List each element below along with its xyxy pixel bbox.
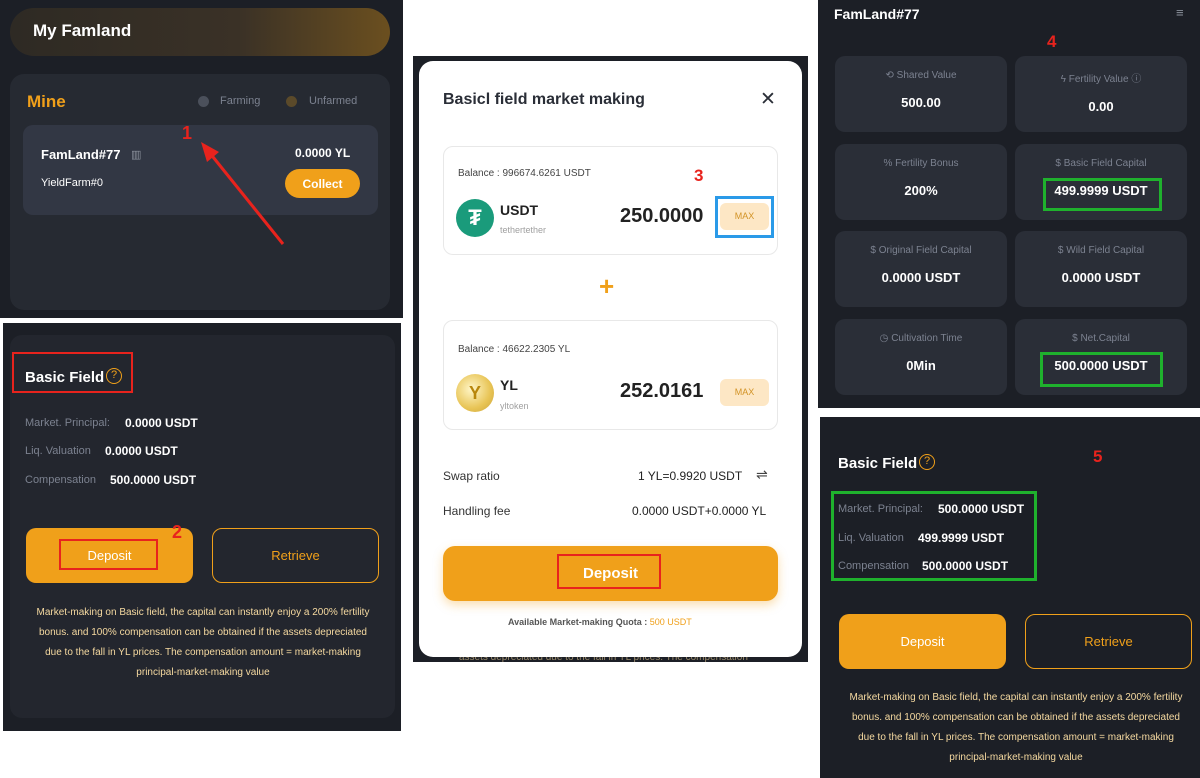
stat-value: 0.0000 USDT	[881, 270, 961, 285]
quota-value: 500 USDT	[649, 617, 692, 627]
farm-name: FamLand#77	[41, 147, 121, 162]
usdt-symbol: USDT	[500, 202, 539, 218]
compensation-value: 500.0000 USDT	[110, 473, 197, 487]
quota-label: Available Market-making Quota :	[508, 617, 648, 627]
help-icon[interactable]: ?	[919, 454, 935, 470]
stat-label: Fertility Bonus	[895, 158, 959, 169]
legend-farming: Farming	[220, 95, 261, 107]
highlight-box-values	[831, 491, 1037, 581]
usdt-name: tethertether	[500, 225, 547, 235]
help-icon[interactable]: ⓘ	[1131, 74, 1141, 85]
share-icon: ⟲	[885, 70, 897, 81]
handling-fee-value: 0.0000 USDT+0.0000 YL	[632, 504, 767, 518]
principal-label: Market. Principal:	[25, 417, 110, 429]
detail-title: FamLand#77	[834, 6, 920, 22]
highlight-box-title	[12, 352, 133, 393]
fertility-icon: ϟ	[1060, 74, 1069, 85]
mine-title: Mine	[27, 92, 66, 111]
compensation-label: Compensation	[25, 474, 96, 486]
famland-panel: My Famland Mine Farming Unfarmed FamLand…	[0, 0, 403, 318]
highlight-box-modal-deposit	[557, 554, 661, 589]
highlight-box-max	[715, 196, 774, 238]
stat-shared-value: ⟲ Shared Value 500.00	[835, 56, 1007, 132]
stat-wild-field-capital: $ Wild Field Capital 0.0000 USDT	[1015, 231, 1187, 307]
clock-icon: ◷	[879, 333, 892, 344]
usdt-amount-input[interactable]: 250.0000	[620, 205, 703, 228]
unfarmed-dot-icon	[286, 96, 297, 107]
stat-fertility-value: ϟ Fertility Value ⓘ 0.00	[1015, 56, 1187, 132]
dollar-icon: $	[1057, 245, 1067, 256]
retrieve-label: Retrieve	[1084, 634, 1133, 649]
stat-value: 0.00	[1088, 99, 1114, 114]
yl-symbol: YL	[500, 377, 518, 393]
collect-button[interactable]: Collect	[285, 169, 360, 198]
liq-label: Liq. Valuation	[25, 445, 91, 457]
percent-icon: %	[883, 158, 896, 169]
menu-icon[interactable]: ≡	[1176, 5, 1184, 20]
principal-value: 0.0000 USDT	[125, 416, 198, 430]
plus-sign: +	[599, 271, 615, 301]
swap-ratio-label: Swap ratio	[443, 469, 500, 483]
tether-icon: ₮	[456, 199, 494, 237]
step-marker-4: 4	[1047, 32, 1057, 51]
farm-sub: YieldFarm#0	[41, 177, 103, 189]
info-note: Market-making on Basic field, the capita…	[36, 607, 370, 678]
yl-balance: Balance : 46622.2305 YL	[458, 344, 571, 355]
handling-fee-label: Handling fee	[443, 504, 511, 518]
stat-label: Wild Field Capital	[1066, 245, 1145, 256]
highlight-box-net-capital	[1040, 352, 1163, 387]
stat-label: Shared Value	[896, 70, 957, 81]
step-marker-5: 5	[1093, 447, 1103, 466]
page-title: My Famland	[33, 21, 132, 40]
dollar-icon: $	[870, 245, 879, 256]
retrieve-button[interactable]: Retrieve	[1025, 614, 1192, 669]
deposit-label: Deposit	[900, 634, 945, 649]
step-marker-2: 2	[172, 522, 183, 542]
stat-label: Fertility Value	[1068, 74, 1129, 85]
stat-value: 200%	[904, 183, 938, 198]
modal-title: Basicl field market making	[443, 91, 645, 108]
yl-amount-input[interactable]: 252.0161	[620, 380, 703, 403]
legend-unfarmed: Unfarmed	[309, 95, 358, 107]
quota-line: Available Market-making Quota : 500 USDT	[508, 617, 692, 627]
section-title: Basic Field	[838, 455, 918, 472]
swap-icon[interactable]: ⇌	[756, 466, 768, 483]
stat-label: Net.Capital	[1080, 333, 1130, 344]
highlight-box-deposit	[59, 539, 158, 570]
chart-icon[interactable]: ▥	[131, 148, 141, 161]
swap-ratio-value: 1 YL=0.9920 USDT	[638, 469, 743, 483]
yl-input-card	[443, 320, 778, 430]
stat-value: 0Min	[906, 358, 936, 373]
farm-amount: 0.0000 YL	[295, 146, 351, 160]
stat-label: Basic Field Capital	[1063, 158, 1147, 169]
red-arrow	[201, 142, 285, 245]
stat-label: Cultivation Time	[891, 333, 963, 344]
yl-max-button[interactable]: MAX	[720, 379, 769, 406]
stat-fertility-bonus: % Fertility Bonus 200%	[835, 144, 1007, 220]
close-icon[interactable]: ✕	[760, 88, 776, 111]
stat-value: 0.0000 USDT	[1061, 270, 1141, 285]
step-marker-3: 3	[694, 166, 704, 185]
stat-cultivation-time: ◷ Cultivation Time 0Min	[835, 319, 1007, 395]
step-marker-1: 1	[182, 123, 193, 143]
retrieve-button[interactable]: Retrieve	[212, 528, 379, 583]
info-note: Market-making on Basic field, the capita…	[849, 692, 1183, 763]
retrieve-label: Retrieve	[271, 548, 320, 563]
highlight-box-basic-capital	[1043, 178, 1162, 211]
yl-name: yltoken	[500, 401, 529, 411]
farming-dot-icon	[198, 96, 209, 107]
dollar-icon: $	[1055, 158, 1064, 169]
yltoken-icon: Y	[456, 374, 494, 412]
stat-value: 500.00	[901, 95, 941, 110]
deposit-button[interactable]: Deposit	[839, 614, 1006, 669]
stat-label: Original Field Capital	[878, 245, 972, 256]
stat-original-field-capital: $ Original Field Capital 0.0000 USDT	[835, 231, 1007, 307]
liq-value: 0.0000 USDT	[105, 444, 178, 458]
usdt-balance: Balance : 996674.6261 USDT	[458, 168, 591, 179]
